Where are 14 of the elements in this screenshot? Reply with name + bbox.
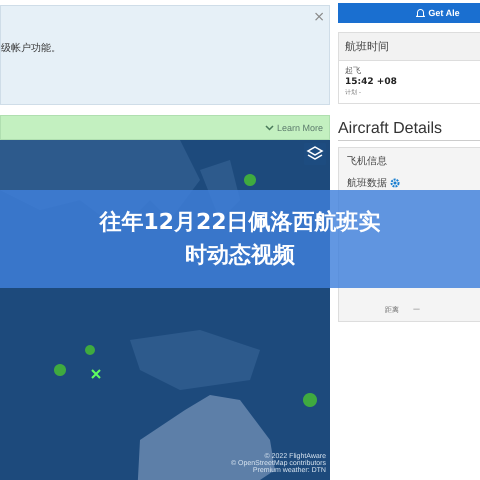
card-header: 航班时间 — [339, 33, 480, 61]
gear-icon[interactable] — [390, 178, 400, 188]
bell-icon — [416, 8, 426, 18]
flight-data-label: 航班数据 — [347, 176, 387, 190]
learn-more-link[interactable]: Learn More — [264, 122, 323, 132]
banner-title: 往年12月22日佩洛西航班实时动态视频 — [98, 209, 382, 270]
departure-time: 15:42 +08 — [345, 77, 398, 87]
aircraft-info-label: 飞机信息 — [347, 154, 388, 168]
departure-label: 起飞 — [345, 65, 362, 76]
get-alerts-button[interactable]: Get Ale — [338, 3, 480, 23]
close-button[interactable]: × — [313, 9, 325, 25]
chevron-down-icon — [264, 124, 274, 130]
notice-text: 级帐户功能。 — [1, 42, 61, 55]
section-heading: Aircraft Details — [338, 120, 480, 141]
